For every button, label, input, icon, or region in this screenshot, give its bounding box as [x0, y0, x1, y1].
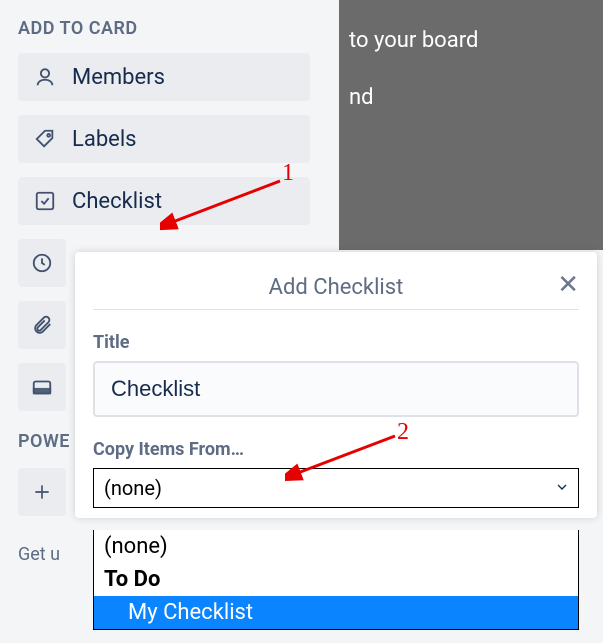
labels-button[interactable]: Labels [18, 115, 310, 163]
option-none[interactable]: (none) [94, 530, 578, 563]
checklist-label: Checklist [72, 189, 162, 214]
plus-icon [29, 479, 55, 505]
background-text-2: nd [349, 81, 593, 114]
popover-title: Add Checklist [269, 275, 404, 300]
labels-label: Labels [72, 127, 137, 152]
person-icon [32, 64, 58, 90]
option-my-checklist[interactable]: My Checklist [94, 596, 578, 629]
add-checklist-popover: Add Checklist ✕ Title Copy Items From… (… [75, 252, 597, 518]
chevron-down-icon [554, 476, 570, 500]
copy-items-select[interactable]: (none) [93, 468, 579, 508]
add-powerup-button[interactable] [18, 468, 66, 516]
checklist-button[interactable]: Checklist [18, 177, 310, 225]
members-button[interactable]: Members [18, 53, 310, 101]
clock-icon [29, 250, 55, 276]
paperclip-icon [29, 312, 55, 338]
close-icon[interactable]: ✕ [557, 272, 579, 298]
location-button[interactable] [18, 363, 66, 411]
copy-items-dropdown[interactable]: (none) To Do My Checklist [93, 530, 579, 630]
copy-items-label: Copy Items From… [93, 439, 579, 460]
add-to-card-title: ADD TO CARD [18, 18, 321, 39]
checklist-title-input[interactable] [93, 361, 579, 417]
popover-header: Add Checklist ✕ [93, 266, 579, 310]
title-field-label: Title [93, 332, 579, 353]
members-label: Members [72, 65, 165, 90]
tag-icon [32, 126, 58, 152]
option-todo[interactable]: To Do [94, 563, 578, 596]
checkbox-icon [32, 188, 58, 214]
attachment-button[interactable] [18, 301, 66, 349]
background-text-1: to your board [349, 24, 593, 57]
background-panel: to your board nd [339, 0, 603, 250]
selected-option-text: (none) [104, 476, 162, 500]
dates-button[interactable] [18, 239, 66, 287]
card-icon [29, 374, 55, 400]
